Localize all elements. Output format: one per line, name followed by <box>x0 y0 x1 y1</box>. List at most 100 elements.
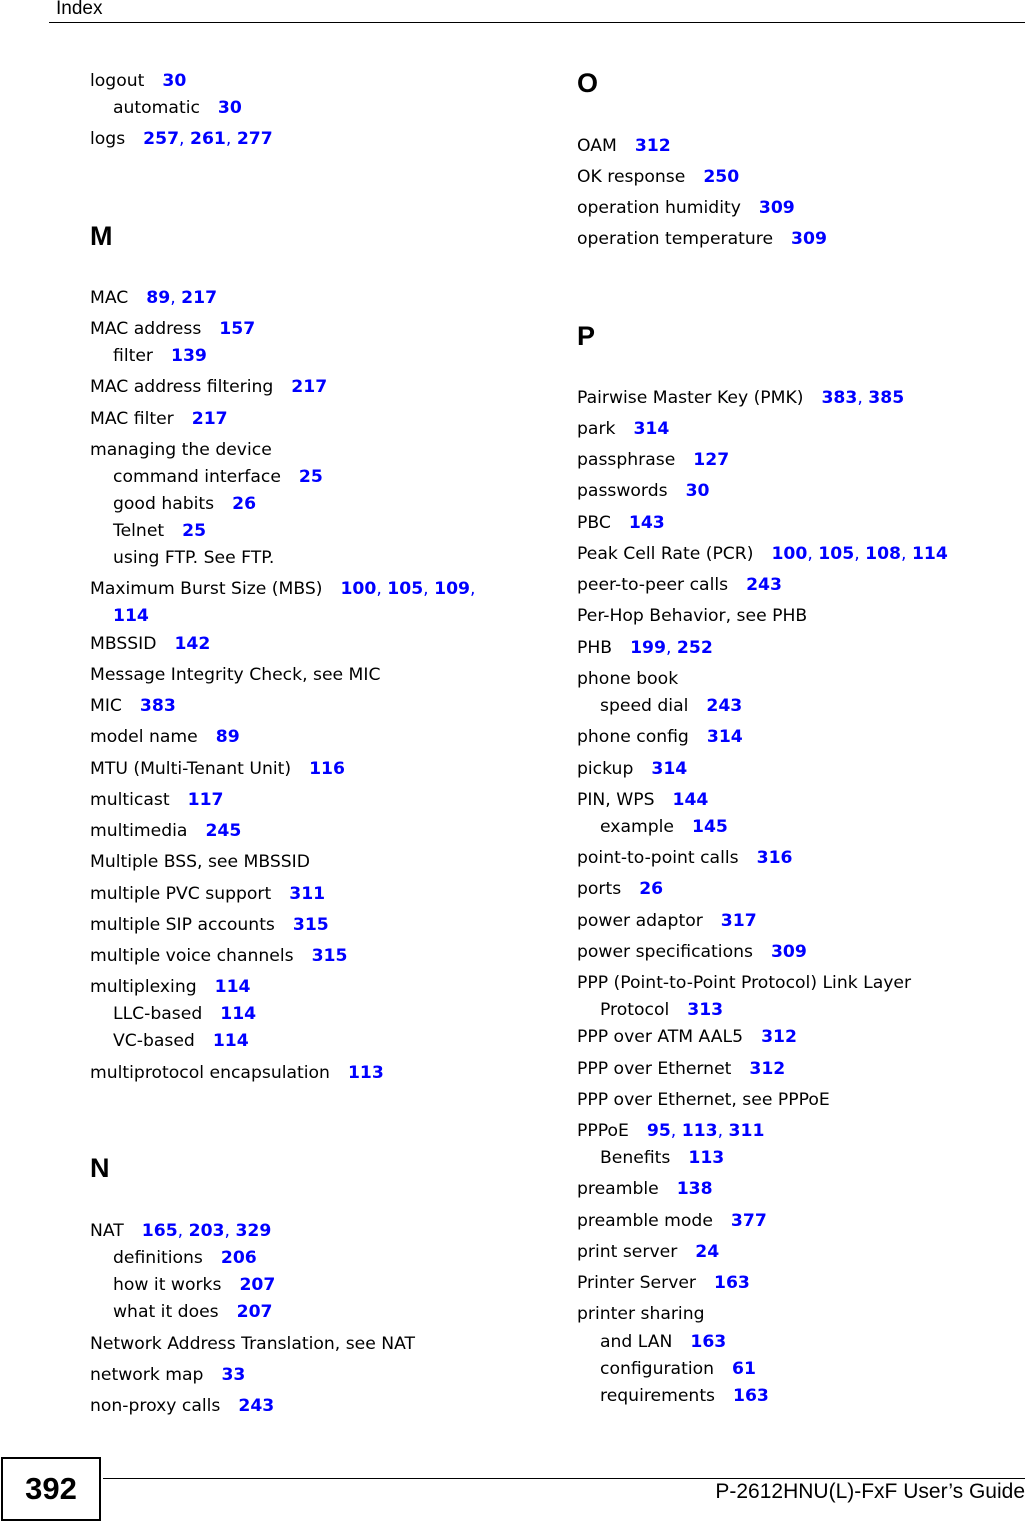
page-link[interactable]: 30 <box>218 98 242 118</box>
page-link[interactable]: 113 <box>348 1063 384 1083</box>
page-link[interactable]: 277 <box>237 129 273 149</box>
index-term: what it does <box>113 1302 219 1322</box>
page-link[interactable]: 383 <box>821 388 857 408</box>
index-entry: printer sharing <box>577 1301 705 1328</box>
page-separator: , <box>717 1121 729 1141</box>
page-link[interactable]: 30 <box>686 481 710 501</box>
page-link[interactable]: 26 <box>639 879 663 899</box>
page-link[interactable]: 377 <box>731 1211 767 1231</box>
page-link[interactable]: 312 <box>635 136 671 156</box>
page-link[interactable]: 89 <box>146 288 170 308</box>
page-link[interactable]: 311 <box>729 1121 765 1141</box>
page-link[interactable]: 312 <box>749 1059 785 1079</box>
index-term-continued: Protocol 313 <box>600 1000 724 1020</box>
page-link[interactable]: 114 <box>912 544 948 564</box>
header-divider <box>49 22 1025 23</box>
page-link[interactable]: 252 <box>677 638 713 658</box>
page-link[interactable]: 138 <box>677 1179 713 1199</box>
page-link[interactable]: 61 <box>732 1359 756 1379</box>
page-link[interactable]: 100 <box>340 579 376 599</box>
page-link[interactable]: 30 <box>162 71 186 91</box>
page-link[interactable]: 105 <box>387 579 423 599</box>
page-link[interactable]: 309 <box>791 229 827 249</box>
index-term: MAC address filtering <box>90 377 274 397</box>
page-link[interactable]: 311 <box>289 884 325 904</box>
page-link[interactable]: 117 <box>188 790 224 810</box>
page-link[interactable]: 143 <box>629 513 665 533</box>
page-link[interactable]: 95 <box>647 1121 671 1141</box>
page-link[interactable]: 217 <box>192 409 228 429</box>
page-link[interactable]: 250 <box>703 167 739 187</box>
page-link[interactable]: 309 <box>759 198 795 218</box>
page-link[interactable]: 314 <box>707 727 743 747</box>
index-entry: phone book <box>577 666 678 693</box>
page-link[interactable]: 206 <box>221 1248 257 1268</box>
index-term: PPP (Point-to-Point Protocol) Link Layer <box>577 973 912 993</box>
page-link[interactable]: 26 <box>232 494 256 514</box>
index-term: using FTP. See FTP. <box>113 548 275 568</box>
page-link[interactable]: 25 <box>299 467 323 487</box>
page-link[interactable]: 315 <box>293 915 329 935</box>
index-term: multicast <box>90 790 170 810</box>
page-link[interactable]: 165 <box>142 1221 178 1241</box>
page-link[interactable]: 317 <box>721 911 757 931</box>
page-link[interactable]: 312 <box>761 1027 797 1047</box>
page-link[interactable]: 105 <box>818 544 854 564</box>
page-link[interactable]: 163 <box>733 1386 769 1406</box>
page-link[interactable]: 261 <box>190 129 226 149</box>
page-link[interactable]: 144 <box>673 790 709 810</box>
page-link[interactable]: 113 <box>688 1148 724 1168</box>
page-link[interactable]: 109 <box>434 579 470 599</box>
page-link[interactable]: 127 <box>693 450 729 470</box>
page-link[interactable]: 114 <box>220 1004 256 1024</box>
index-entry: logout 30 <box>90 68 186 95</box>
page-link[interactable]: 316 <box>757 848 793 868</box>
page-link[interactable]: 314 <box>633 419 669 439</box>
page-link[interactable]: 145 <box>692 817 728 837</box>
index-entry: Peak Cell Rate (PCR) 100, 105, 108, 114 <box>577 541 948 568</box>
page-link[interactable]: 116 <box>309 759 345 779</box>
page-link[interactable]: 243 <box>706 696 742 716</box>
page-link[interactable]: 207 <box>237 1302 273 1322</box>
index-term: passwords <box>577 481 668 501</box>
page-link[interactable]: 157 <box>219 319 255 339</box>
page-link[interactable]: 243 <box>746 575 782 595</box>
page-link[interactable]: 163 <box>714 1273 750 1293</box>
page-link[interactable]: 313 <box>687 1000 723 1020</box>
page-link[interactable]: 314 <box>651 759 687 779</box>
index-subentry: filter 139 <box>90 343 207 370</box>
page-link[interactable]: 139 <box>171 346 207 366</box>
index-term: multiple voice channels <box>90 946 294 966</box>
page-link[interactable]: 89 <box>216 727 240 747</box>
page-link[interactable]: 33 <box>221 1365 245 1385</box>
page-link[interactable]: 108 <box>865 544 901 564</box>
page-link[interactable]: 142 <box>174 634 210 654</box>
index-subentry: using FTP. See FTP. <box>90 545 274 572</box>
page-link[interactable]: 100 <box>771 544 807 564</box>
page-link[interactable]: 257 <box>143 129 179 149</box>
page-link[interactable]: 113 <box>682 1121 718 1141</box>
page-link[interactable]: 243 <box>238 1396 274 1416</box>
page-link[interactable]: 329 <box>235 1221 271 1241</box>
page-separator: , <box>807 544 819 564</box>
page-link[interactable]: 309 <box>771 942 807 962</box>
page-link[interactable]: 385 <box>868 388 904 408</box>
index-subentry: speed dial 243 <box>577 693 742 720</box>
page-link[interactable]: 217 <box>291 377 327 397</box>
page-link[interactable]: 207 <box>239 1275 275 1295</box>
page-separator: , <box>854 544 866 564</box>
page-link[interactable]: 203 <box>189 1221 225 1241</box>
index-term: MIC <box>90 696 122 716</box>
page-link[interactable]: 163 <box>690 1332 726 1352</box>
page-link[interactable]: 24 <box>695 1242 719 1262</box>
page-link[interactable]: 245 <box>205 821 241 841</box>
page-link[interactable]: 315 <box>312 946 348 966</box>
page-link[interactable]: 383 <box>140 696 176 716</box>
index-term: MAC <box>90 288 129 308</box>
page-link[interactable]: 114 <box>213 1031 249 1051</box>
page-link[interactable]: 114 <box>113 606 149 626</box>
page-link[interactable]: 114 <box>215 977 251 997</box>
page-link[interactable]: 25 <box>182 521 206 541</box>
page-link[interactable]: 217 <box>181 288 217 308</box>
page-link[interactable]: 199 <box>630 638 666 658</box>
